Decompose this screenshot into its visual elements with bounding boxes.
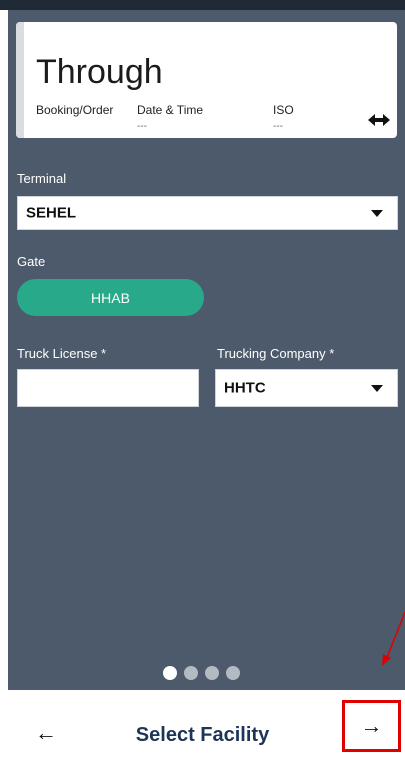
trucking-company-value: HHTC [224, 379, 266, 397]
next-arrow-button[interactable]: → [342, 700, 401, 752]
page-dot [184, 666, 198, 680]
trucking-company-select[interactable]: HHTC [215, 369, 398, 407]
date-time-label: Date & Time [137, 103, 204, 117]
card-title: Through [36, 53, 163, 91]
chevron-down-icon [371, 210, 383, 217]
page-dot [163, 666, 177, 680]
terminal-value: SEHEL [26, 204, 77, 222]
card-accent-stripe [16, 22, 24, 138]
gate-button[interactable]: HHAB [17, 279, 204, 316]
truck-license-input[interactable] [17, 369, 199, 407]
status-bar-strip [0, 0, 405, 10]
right-arrow-icon: → [360, 713, 383, 738]
booking-order-label: Booking/Order [36, 103, 114, 117]
terminal-label: Terminal [17, 171, 67, 186]
left-right-arrow-icon[interactable] [368, 112, 390, 128]
annotation-arrow-icon [382, 611, 405, 666]
terminal-select[interactable]: SEHEL [17, 196, 398, 230]
page-indicator [163, 666, 240, 680]
truck-license-label: Truck License * [17, 346, 107, 361]
chevron-down-icon [371, 385, 383, 392]
iso-label: ISO [273, 103, 294, 117]
date-time-value: --- [137, 121, 147, 132]
trucking-company-label: Trucking Company * [217, 346, 335, 361]
gate-label: Gate [17, 254, 46, 269]
iso-value: --- [273, 121, 283, 132]
page-dot [205, 666, 219, 680]
page-dot [226, 666, 240, 680]
